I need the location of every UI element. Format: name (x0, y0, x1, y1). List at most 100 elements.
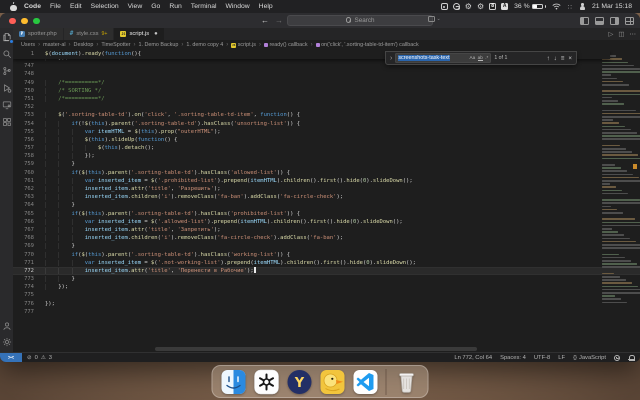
title-bar[interactable]: ← → Search ⌄ (0, 13, 640, 28)
code-line-750[interactable]: 750 /* SORTING */ (13, 87, 640, 95)
navigate-back-icon[interactable]: ← (261, 13, 269, 28)
code-line-767[interactable]: 767 inserted_item.attr('title', 'Запрети… (13, 226, 640, 234)
find-in-selection-icon[interactable]: ≡ (561, 55, 565, 62)
extensions-icon[interactable] (2, 117, 12, 127)
encoding[interactable]: UTF-8 (534, 355, 550, 361)
match-case-icon[interactable]: Aa (470, 55, 476, 61)
previous-match-icon[interactable]: ↑ (547, 55, 550, 62)
code-line-770[interactable]: 770 if($(this).parent('.sorting-table-td… (13, 251, 640, 259)
wifi-icon[interactable] (552, 3, 561, 10)
remote-indicator[interactable]: >< (0, 353, 22, 362)
code-line-763[interactable]: 763 inserted_item.children('i').removeCl… (13, 193, 640, 201)
code-line-771[interactable]: 771 var inserted_item = $('.not-working-… (13, 259, 640, 267)
menu-selection[interactable]: Selection (91, 3, 119, 10)
close-window-button[interactable] (9, 18, 16, 25)
menubar-app-icon-2[interactable] (453, 3, 460, 10)
navigate-forward-icon[interactable]: → (275, 13, 283, 28)
menu-bar-clock[interactable]: 21 Mar 15:18 (592, 3, 632, 10)
menubar-app-icon-1[interactable] (441, 3, 448, 10)
code-line-773[interactable]: 773 } (13, 275, 640, 283)
indentation[interactable]: Spaces: 4 (500, 355, 526, 361)
source-control-icon[interactable] (2, 66, 12, 76)
code-line-764[interactable]: 764 } (13, 201, 640, 209)
next-match-icon[interactable]: ↓ (554, 55, 557, 62)
minimize-window-button[interactable] (21, 18, 28, 25)
customize-layout-icon[interactable] (625, 17, 634, 25)
menubar-gear-icon-1[interactable]: ⚙ (465, 3, 472, 11)
breadcrumb-item[interactable]: 1. demo copy 4 (186, 42, 223, 48)
breadcrumb-item[interactable]: Desktop (74, 42, 94, 48)
code-line-777[interactable]: 777 (13, 308, 640, 316)
menubar-badge-icon[interactable]: 8 (489, 3, 496, 10)
run-debug-icon[interactable] (2, 83, 12, 93)
notifications-bell-icon[interactable] (628, 354, 634, 361)
code-line-761[interactable]: 761 var inserted_item = $('.prohibited-l… (13, 177, 640, 185)
eol[interactable]: LF (558, 355, 565, 361)
code-line-774[interactable]: 774 }); (13, 283, 640, 291)
user-account-icon[interactable] (579, 3, 586, 10)
code-line-749[interactable]: 749 /*==========*/ (13, 79, 640, 87)
tab-script-js[interactable]: JSscript.js● (114, 28, 164, 40)
horizontal-scrollbar[interactable] (155, 347, 477, 351)
modified-dot-icon[interactable]: ● (154, 31, 158, 37)
toggle-primary-sidebar-icon[interactable] (580, 17, 589, 25)
command-center-search[interactable]: Search (287, 15, 433, 26)
code-line-751[interactable]: 751 /*==========*/ (13, 95, 640, 103)
code-line-758[interactable]: 758 }); (13, 152, 640, 160)
breadcrumb-item[interactable]: TimeSpotter (101, 42, 130, 48)
split-editor-icon[interactable]: ◫ (618, 30, 624, 38)
menu-run[interactable]: Run (169, 3, 181, 10)
code-line-759[interactable]: 759 } (13, 160, 640, 168)
dock-item-finder[interactable] (221, 369, 247, 395)
code-line-772[interactable]: 772 inserted_item.attr('title', 'Перенес… (13, 267, 640, 275)
code-line-748[interactable]: 748 (13, 70, 640, 78)
code-line-753[interactable]: 753 $('.sorting-table-td').on('click', '… (13, 111, 640, 119)
breadcrumb-item[interactable]: Users (21, 42, 35, 48)
more-actions-icon[interactable]: ⋯ (630, 30, 637, 38)
battery-indicator[interactable]: 36 % (514, 3, 546, 10)
code-line-775[interactable]: 775 (13, 291, 640, 299)
regex-icon[interactable]: .* (485, 55, 488, 61)
code-line-756[interactable]: 756 $(this).slideUp(function() { (13, 136, 640, 144)
menulet-dots-icon[interactable] (567, 4, 573, 10)
breadcrumb-item[interactable]: JSscript.js (231, 42, 256, 48)
code-line-776[interactable]: 776}); (13, 300, 640, 308)
menu-help[interactable]: Help (259, 3, 273, 10)
problems-summary[interactable]: ⊘ 0 ⚠ 3 (22, 355, 52, 361)
zoom-window-button[interactable] (33, 18, 40, 25)
find-input[interactable]: screenshots-task-text Aa ab .* (395, 53, 491, 63)
code-line-762[interactable]: 762 inserted_item.attr('title', 'Разреши… (13, 185, 640, 193)
breadcrumb-item[interactable]: ready() callback (264, 42, 308, 48)
breadcrumb-item[interactable]: master-al (43, 42, 65, 48)
run-file-icon[interactable]: ▷ (608, 30, 613, 38)
code-line-766[interactable]: 766 var inserted_item = $('.allowed-list… (13, 218, 640, 226)
dock-item-vscode[interactable] (353, 369, 379, 395)
code-editor[interactable]: 746 });747748749 /*==========*/750 /* SO… (13, 50, 640, 352)
code-line-755[interactable]: 755 var itemHTML = $(this).prop("outerHT… (13, 128, 640, 136)
whole-word-icon[interactable]: ab (478, 55, 483, 61)
remote-explorer-icon[interactable] (2, 100, 12, 110)
command-center-secondary-icon[interactable]: ⌄ (428, 16, 441, 22)
code-line-757[interactable]: 757 $(this).detach(); (13, 144, 640, 152)
breadcrumb-item[interactable]: on('click', '.sorting-table-td-item') ca… (316, 42, 419, 48)
menu-window[interactable]: Window (225, 3, 249, 10)
breadcrumb[interactable]: Users›master-al›Desktop›TimeSpotter›1. D… (13, 40, 640, 50)
minimap[interactable] (600, 50, 630, 344)
language-mode[interactable]: {} JavaScript (573, 355, 606, 361)
code-line-752[interactable]: 752 (13, 103, 640, 111)
menu-go[interactable]: Go (151, 3, 160, 10)
menu-file[interactable]: File (50, 3, 61, 10)
tab-spotter-php[interactable]: Pspotter.php (13, 28, 64, 40)
cursor-position[interactable]: Ln 772, Col 64 (454, 355, 492, 361)
search-icon[interactable] (2, 49, 12, 59)
code-line-769[interactable]: 769 } (13, 242, 640, 250)
apple-logo-icon[interactable] (10, 3, 17, 11)
code-line-754[interactable]: 754 if(!$(this).parent('.sorting-table-t… (13, 120, 640, 128)
code-line-765[interactable]: 765 if($(this).parent('.sorting-table-td… (13, 210, 640, 218)
close-find-icon[interactable]: × (568, 55, 572, 62)
menubar-input-source-icon[interactable]: A (501, 3, 508, 10)
toggle-panel-icon[interactable] (595, 17, 604, 25)
menu-view[interactable]: View (128, 3, 143, 10)
dock-item-yandex-browser[interactable]: Y (287, 369, 313, 395)
explorer-icon[interactable] (2, 32, 12, 42)
